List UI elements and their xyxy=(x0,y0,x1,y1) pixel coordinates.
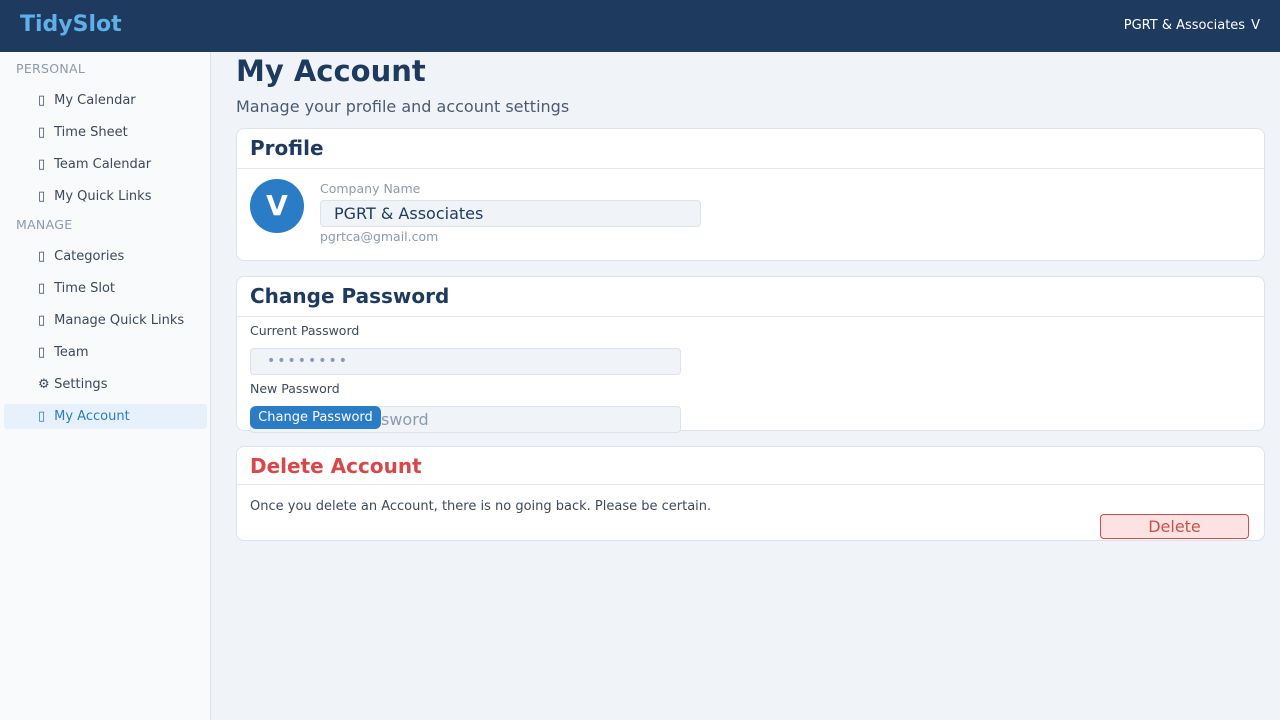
brand-logo[interactable]: TidySlot xyxy=(20,12,122,37)
link-icon: ▯ xyxy=(38,313,46,328)
tag-icon: ▯ xyxy=(38,249,46,264)
sidebar-item-label: My Calendar xyxy=(54,93,136,108)
current-password-field[interactable]: •••••••• xyxy=(250,348,681,375)
sidebar-section-manage: MANAGE xyxy=(16,217,73,232)
sidebar-item-label: Manage Quick Links xyxy=(54,313,185,328)
sidebar-section-personal: PERSONAL xyxy=(16,61,86,76)
delete-account-title: Delete Account xyxy=(250,454,422,478)
link-icon: ▯ xyxy=(38,189,46,204)
calendar-icon: ▯ xyxy=(38,93,46,108)
sidebar-item-label: Team Calendar xyxy=(54,157,152,172)
sidebar-item-label: Team xyxy=(54,345,89,360)
sidebar-item-settings[interactable]: ⚙ Settings xyxy=(4,372,207,397)
change-password-title: Change Password xyxy=(250,284,450,308)
users-icon: ▯ xyxy=(38,345,46,360)
sidebar-item-team[interactable]: ▯ Team xyxy=(4,340,207,365)
sidebar-item-categories[interactable]: ▯ Categories xyxy=(4,244,207,269)
team-calendar-icon: ▯ xyxy=(38,157,46,172)
sidebar-item-label: My Quick Links xyxy=(54,189,152,204)
card-header: Delete Account xyxy=(237,447,1264,485)
top-bar: TidySlot PGRT & Associates V xyxy=(0,0,1280,52)
sidebar-item-my-quick-links[interactable]: ▯ My Quick Links xyxy=(4,184,207,209)
sidebar-item-label: Settings xyxy=(54,377,108,392)
card-header: Change Password xyxy=(237,277,1264,317)
sidebar-item-team-calendar[interactable]: ▯ Team Calendar xyxy=(4,152,207,177)
sidebar-item-time-sheet[interactable]: ▯ Time Sheet xyxy=(4,120,207,145)
sidebar-item-label: Time Slot xyxy=(54,281,116,296)
sidebar-item-time-slot[interactable]: ▯ Time Slot xyxy=(4,276,207,301)
sidebar-item-my-account[interactable]: ▯ My Account xyxy=(4,404,207,429)
page-title: My Account xyxy=(236,54,426,88)
delete-button[interactable]: Delete xyxy=(1100,514,1249,539)
account-initial: V xyxy=(1251,18,1260,33)
current-password-label: Current Password xyxy=(250,323,360,338)
delete-warning-text: Once you delete an Account, there is no … xyxy=(250,499,712,514)
sidebar-item-label: My Account xyxy=(54,409,130,424)
sidebar-item-my-calendar[interactable]: ▯ My Calendar xyxy=(4,88,207,113)
account-name: PGRT & Associates xyxy=(1123,18,1246,33)
profile-email: pgrtca@gmail.com xyxy=(320,229,439,244)
new-password-label: New Password xyxy=(250,381,340,396)
change-password-button[interactable]: Change Password xyxy=(250,406,381,429)
delete-account-card: Delete Account Once you delete an Accoun… xyxy=(236,446,1265,541)
user-icon: ▯ xyxy=(38,409,46,424)
page-subtitle: Manage your profile and account settings xyxy=(236,97,570,116)
avatar: V xyxy=(250,179,304,233)
sidebar: PERSONAL ▯ My Calendar ▯ Time Sheet ▯ Te… xyxy=(0,52,211,720)
card-header: Profile xyxy=(237,129,1264,169)
gear-icon: ⚙ xyxy=(38,377,50,392)
sidebar-item-label: Categories xyxy=(54,249,125,264)
profile-card: Profile V Company Name PGRT & Associates… xyxy=(236,128,1265,261)
account-menu[interactable]: PGRT & Associates V xyxy=(1124,18,1260,33)
company-name-label: Company Name xyxy=(320,181,421,196)
sidebar-item-label: Time Sheet xyxy=(54,125,128,140)
company-name-field[interactable]: PGRT & Associates xyxy=(320,200,701,227)
profile-title: Profile xyxy=(250,136,324,160)
change-password-card: Change Password Current Password •••••••… xyxy=(236,276,1265,433)
sidebar-item-manage-quick-links[interactable]: ▯ Manage Quick Links xyxy=(4,308,207,333)
hourglass-icon: ▯ xyxy=(38,281,46,296)
clock-icon: ▯ xyxy=(38,125,46,140)
